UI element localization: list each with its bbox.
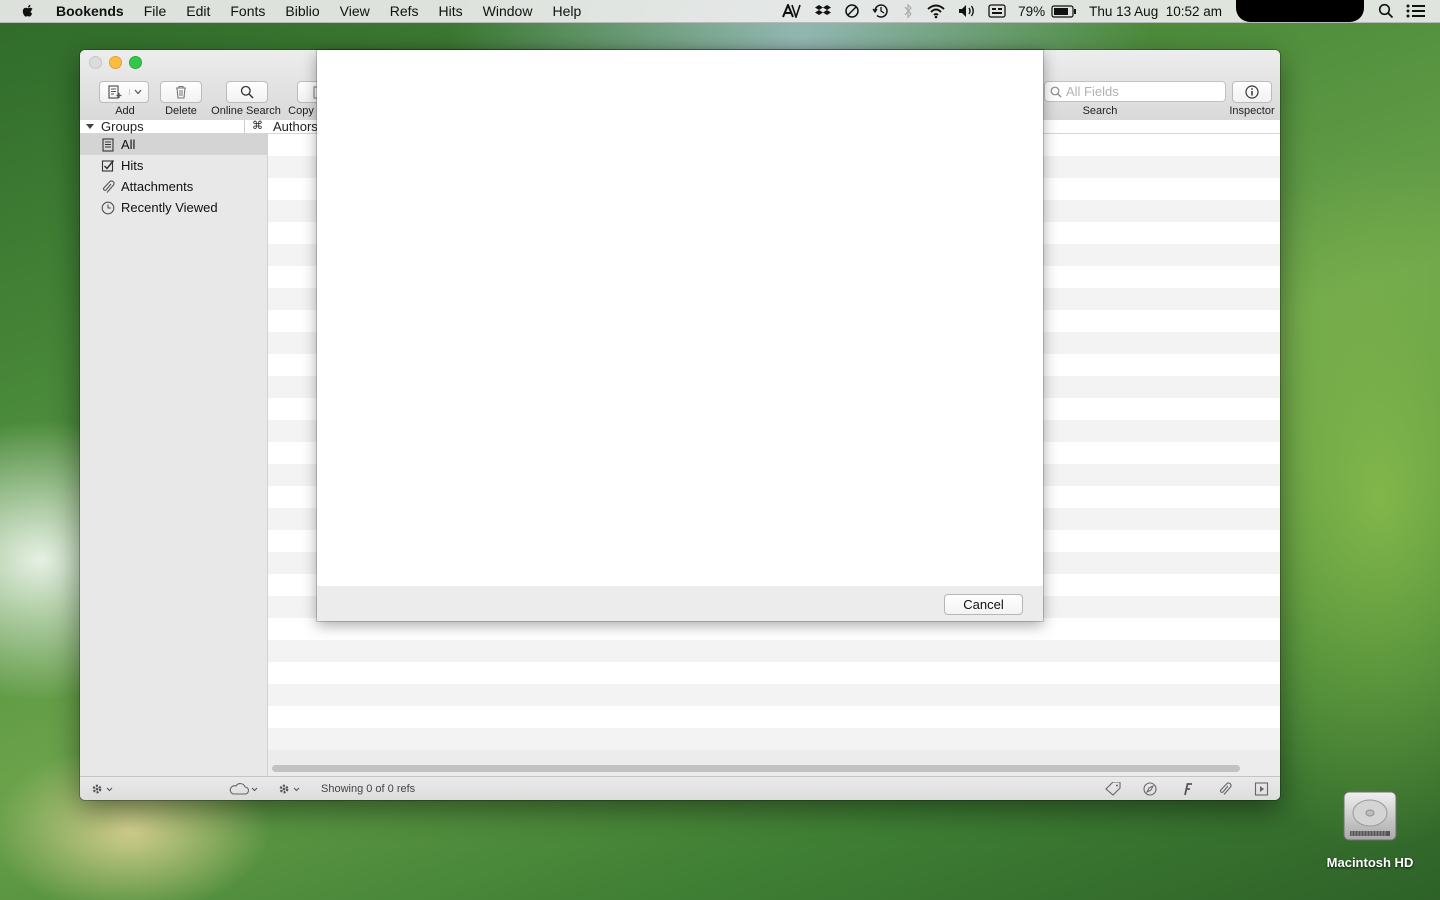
cancel-button[interactable]: Cancel — [944, 594, 1023, 615]
status-text: Showing 0 of 0 refs — [321, 783, 416, 795]
copy-label: Copy — [288, 105, 314, 117]
menu-biblio[interactable]: Biblio — [275, 0, 329, 22]
disk-label: Macintosh HD — [1326, 855, 1414, 870]
menu-view[interactable]: View — [330, 0, 380, 22]
trash-icon — [175, 85, 187, 99]
close-window-button[interactable] — [89, 56, 102, 69]
column-header-authors[interactable]: Authors — [273, 120, 318, 133]
time-machine-icon[interactable] — [872, 3, 890, 19]
sidebar-item-attachments[interactable]: Attachments — [80, 176, 267, 197]
column-divider — [244, 120, 245, 133]
sync-icon[interactable] — [844, 3, 860, 19]
input-menu-icon[interactable] — [988, 4, 1006, 18]
groups-header[interactable]: Groups — [101, 120, 144, 133]
add-label: Add — [115, 105, 135, 117]
menu-edit[interactable]: Edit — [176, 0, 220, 22]
battery-percent[interactable]: 79% — [1018, 4, 1045, 19]
notification-center-icon[interactable] — [1406, 4, 1426, 18]
menu-hits[interactable]: Hits — [429, 0, 473, 22]
groups-sidebar: All Hits Attachments Recently Viewed — [80, 134, 268, 776]
search-icon — [240, 85, 254, 99]
zoom-window-button[interactable] — [129, 56, 142, 69]
search-label: Search — [1082, 105, 1118, 117]
modal-sheet: Cancel — [317, 50, 1043, 621]
bottom-bar: Showing 0 of 0 refs — [80, 776, 1280, 800]
info-icon — [1245, 85, 1259, 99]
online-search-label: Online Search — [211, 105, 281, 117]
inspector-label: Inspector — [1229, 105, 1275, 117]
sidebar-item-all[interactable]: All — [80, 134, 267, 155]
menu-fonts[interactable]: Fonts — [220, 0, 275, 22]
minimize-window-button[interactable] — [109, 56, 122, 69]
app-menu[interactable]: Bookends — [48, 0, 134, 22]
add-button[interactable] — [99, 81, 149, 103]
dropbox-icon[interactable] — [814, 4, 832, 18]
online-search-button[interactable] — [226, 81, 268, 103]
menu-help[interactable]: Help — [542, 0, 591, 22]
format-icon[interactable] — [1180, 782, 1194, 796]
sidebar-item-hits[interactable]: Hits — [80, 155, 267, 176]
sidebar-item-recently-viewed[interactable]: Recently Viewed — [80, 197, 267, 218]
clock[interactable]: Thu 13 Aug 10:52 am — [1089, 4, 1222, 19]
hard-drive-icon — [1340, 786, 1400, 846]
shortcut-symbol: ⌘ — [252, 120, 263, 132]
sidebar-item-label: Attachments — [121, 179, 194, 194]
bluetooth-icon[interactable] — [902, 3, 914, 19]
horizontal-scrollbar[interactable] — [272, 765, 1240, 772]
clock-icon — [101, 201, 115, 215]
search-placeholder: All Fields — [1066, 84, 1119, 99]
sidebar-item-label: Recently Viewed — [121, 200, 218, 215]
sidebar-item-label: All — [121, 137, 136, 152]
tag-icon[interactable] — [1104, 782, 1122, 796]
wifi-icon[interactable] — [926, 4, 946, 19]
delete-label: Delete — [165, 105, 197, 117]
apple-menu-icon[interactable] — [20, 3, 36, 19]
compass-icon[interactable] — [1142, 782, 1158, 796]
search-field-icon — [1050, 86, 1062, 98]
disclosure-triangle-icon[interactable] — [86, 122, 94, 130]
menu-bar: Bookends File Edit Fonts Biblio View Ref… — [0, 0, 1440, 23]
chevron-down-icon — [128, 89, 142, 95]
action-gear-icon[interactable] — [277, 782, 303, 796]
spotlight-icon[interactable] — [1378, 3, 1394, 19]
library-icon — [101, 137, 115, 152]
sidebar-item-label: Hits — [121, 158, 144, 173]
gear-menu-icon[interactable] — [90, 782, 116, 796]
attachment-icon[interactable] — [1218, 782, 1232, 796]
volume-icon[interactable] — [958, 4, 976, 18]
desktop-disk[interactable]: Macintosh HD — [1322, 786, 1418, 870]
menu-refs[interactable]: Refs — [380, 0, 429, 22]
redacted-area — [1236, 0, 1364, 22]
menu-file[interactable]: File — [134, 0, 177, 22]
add-reference-icon — [107, 85, 123, 99]
preview-pane-icon[interactable] — [1254, 782, 1270, 796]
search-input[interactable]: All Fields — [1044, 81, 1226, 102]
menu-window[interactable]: Window — [473, 0, 543, 22]
cloud-sync-icon[interactable] — [228, 782, 260, 796]
battery-icon[interactable] — [1051, 4, 1077, 18]
adobe-icon[interactable] — [782, 4, 802, 18]
checkbox-icon — [101, 159, 115, 173]
sheet-footer: Cancel — [317, 586, 1043, 621]
delete-button[interactable] — [160, 81, 202, 103]
inspector-button[interactable] — [1232, 81, 1272, 103]
paperclip-icon — [101, 179, 115, 194]
